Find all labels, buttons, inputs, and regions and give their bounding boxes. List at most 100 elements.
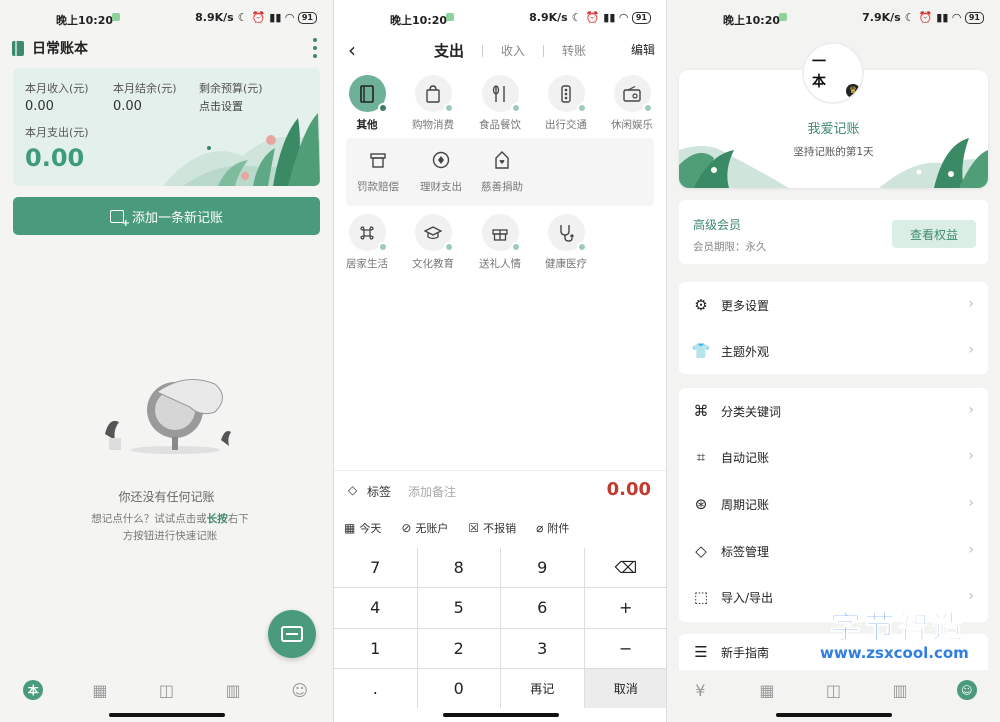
alarm-icon: ⏰ xyxy=(918,11,933,24)
record-screen: 晚上10:20 8.9K/s ☾ ⏰ ▮▮ ◠ 91 ‹ 支出 收入 转账 编辑… xyxy=(334,0,667,722)
net-speed: 8.9K/s xyxy=(529,11,568,24)
home-header: 日常账本 xyxy=(12,36,321,60)
net-speed: 7.9K/s xyxy=(862,11,901,24)
note-input[interactable]: 添加备注 xyxy=(408,483,456,500)
tab-income[interactable]: 收入 xyxy=(483,42,543,59)
menu-tag-management[interactable]: ◇ 标签管理 › xyxy=(679,528,988,574)
menu-import-export[interactable]: ⬚ 导入/导出 › xyxy=(679,574,988,620)
alarm-icon: ⏰ xyxy=(585,11,600,24)
key-1[interactable]: 1 xyxy=(334,628,417,668)
category-label: 出行交通 xyxy=(545,119,587,131)
category-education[interactable]: 文化教育 xyxy=(401,214,465,271)
nav-calendar[interactable]: ▦ xyxy=(85,678,115,702)
bar-chart-icon: ▥ xyxy=(892,680,908,700)
nav-wallet[interactable]: ◫ xyxy=(818,678,848,702)
attachment-option[interactable]: ⌀ 附件 xyxy=(536,520,569,536)
number-keypad: 7 8 9 ⌫ 4 5 6 + 1 2 3 − . 0 再记 取消 xyxy=(334,548,667,708)
key-8[interactable]: 8 xyxy=(417,548,500,588)
category-shopping[interactable]: 购物消费 xyxy=(401,75,465,132)
moon-icon: ☾ xyxy=(237,11,248,24)
status-time: 晚上10:20 xyxy=(390,14,448,27)
expense-label: 本月支出(元) xyxy=(25,126,89,139)
view-benefits-button[interactable]: 查看权益 xyxy=(892,220,976,248)
menu-category-keywords[interactable]: ⌘ 分类关键词 › xyxy=(679,388,988,434)
budget-set-link[interactable]: 点击设置 xyxy=(199,98,243,114)
category-label: 休闲娱乐 xyxy=(611,119,653,131)
menu-periodic-record[interactable]: ⊛ 周期记账 › xyxy=(679,481,988,527)
long-press-hint: 长按 xyxy=(206,513,228,525)
diamond-icon xyxy=(427,146,455,174)
key-9[interactable]: 9 xyxy=(501,548,584,588)
nav-wallet[interactable]: ◫ xyxy=(151,678,181,702)
nav-calendar[interactable]: ▦ xyxy=(752,678,782,702)
record-again-key[interactable]: 再记 xyxy=(501,668,584,708)
account-option[interactable]: ⊘ 无账户 xyxy=(401,520,448,536)
nav-ledger[interactable]: 本 xyxy=(18,678,48,702)
minus-key[interactable]: − xyxy=(584,628,667,668)
category-food[interactable]: 食品餐饮 xyxy=(468,75,532,132)
key-2[interactable]: 2 xyxy=(417,628,500,668)
decimal-key[interactable]: . xyxy=(334,668,417,708)
tab-transfer[interactable]: 转账 xyxy=(544,42,604,59)
category-leisure[interactable]: 休闲娱乐 xyxy=(600,75,664,132)
status-indicators: 8.9K/s ☾ ⏰ ▮▮ ◠ 91 xyxy=(195,11,317,24)
record-header: ‹ 支出 收入 转账 编辑 xyxy=(334,36,667,64)
paperclip-icon: ⌀ xyxy=(536,521,544,535)
record-options: ▦ 今天 ⊘ 无账户 ☒ 不报销 ⌀ 附件 xyxy=(344,512,667,544)
category-label: 食品餐饮 xyxy=(479,119,521,131)
menu-beginner-guide[interactable]: ☰ 新手指南 xyxy=(679,629,988,675)
subcategory-invest[interactable]: 理财支出 xyxy=(409,146,473,194)
menu-auto-record[interactable]: ⌗ 自动记账 › xyxy=(679,434,988,480)
key-5[interactable]: 5 xyxy=(417,588,500,628)
bottom-nav: ¥ ▦ ◫ ▥ ☺ xyxy=(667,670,1000,710)
category-home-living[interactable]: 居家生活 xyxy=(335,214,399,271)
key-6[interactable]: 6 xyxy=(501,588,584,628)
subcategory-charity[interactable]: 慈善捐助 xyxy=(470,146,534,194)
plus-key[interactable]: + xyxy=(584,588,667,628)
category-transport[interactable]: 出行交通 xyxy=(534,75,598,132)
subcategory-fine[interactable]: 罚款赔偿 xyxy=(346,146,410,194)
more-menu-icon[interactable] xyxy=(313,38,317,58)
tab-expense[interactable]: 支出 xyxy=(416,40,482,61)
quick-record-fab[interactable] xyxy=(268,610,316,658)
nav-stats[interactable]: ▥ xyxy=(218,678,248,702)
category-health[interactable]: 健康医疗 xyxy=(534,214,598,271)
category-gifts[interactable]: 送礼人情 xyxy=(468,214,532,271)
category-badge xyxy=(377,242,388,252)
category-badge xyxy=(510,103,521,113)
nickname[interactable]: 我爱记账 xyxy=(667,118,1000,137)
add-record-button[interactable]: 添加一条新记账 xyxy=(13,197,320,235)
backspace-key[interactable]: ⌫ xyxy=(584,548,667,588)
avatar[interactable]: 一本 ♛ xyxy=(802,42,864,104)
battery-icon: 91 xyxy=(297,11,317,24)
ledger-title[interactable]: 日常账本 xyxy=(32,38,88,58)
key-4[interactable]: 4 xyxy=(334,588,417,628)
tag-icon[interactable]: ◇ xyxy=(348,483,357,497)
nav-profile[interactable]: ☺ xyxy=(952,678,982,702)
tag-button[interactable]: 标签 xyxy=(367,483,391,500)
date-option[interactable]: ▦ 今天 xyxy=(344,520,381,536)
monitor-icon xyxy=(364,146,392,174)
back-arrow-icon[interactable]: ‹ xyxy=(348,38,356,62)
nav-ledger[interactable]: ¥ xyxy=(685,678,715,702)
menu-theme[interactable]: 👕 主题外观 › xyxy=(679,328,988,374)
key-7[interactable]: 7 xyxy=(334,548,417,588)
key-0[interactable]: 0 xyxy=(417,668,500,708)
cancel-key[interactable]: 取消 xyxy=(584,668,667,708)
yen-icon: ¥ xyxy=(695,680,706,700)
wallet-icon: ◫ xyxy=(158,680,175,700)
subcategory-label: 罚款赔偿 xyxy=(357,181,399,193)
add-record-label: 添加一条新记账 xyxy=(131,210,223,226)
category-other[interactable]: 其他 xyxy=(335,75,399,132)
nav-stats[interactable]: ▥ xyxy=(885,678,915,702)
category-badge xyxy=(443,103,454,113)
key-3[interactable]: 3 xyxy=(501,628,584,668)
menu-more-settings[interactable]: ⚙ 更多设置 › xyxy=(679,282,988,328)
vip-title: 高级会员 xyxy=(693,218,742,232)
nav-profile[interactable]: ☺ xyxy=(285,678,315,702)
edit-categories-button[interactable]: 编辑 xyxy=(631,41,655,58)
stethoscope-icon xyxy=(547,214,587,252)
category-label: 文化教育 xyxy=(412,258,454,270)
streak-days: 坚持记账的第1天 xyxy=(793,146,874,158)
reimburse-option[interactable]: ☒ 不报销 xyxy=(468,520,516,536)
